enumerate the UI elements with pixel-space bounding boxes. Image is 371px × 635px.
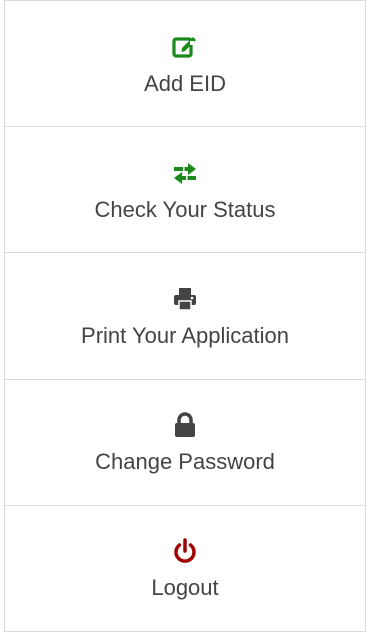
edit-icon: [171, 33, 199, 61]
menu-item-label: Change Password: [95, 449, 275, 475]
menu-item-label: Check Your Status: [94, 196, 276, 222]
menu-item-print-application[interactable]: Print Your Application: [5, 253, 365, 380]
menu-item-change-password[interactable]: Change Password: [5, 380, 365, 506]
power-icon: [171, 537, 199, 565]
menu-item-label: Print Your Application: [81, 323, 289, 348]
menu-item-add-eid[interactable]: Add EID: [5, 1, 365, 128]
menu-item-check-status[interactable]: Check Your Status: [5, 127, 365, 254]
lock-icon: [171, 411, 199, 439]
print-icon: [171, 285, 199, 313]
menu-item-label: Add EID: [144, 70, 226, 96]
side-menu: Add EID Check Your Status Print Your App: [4, 0, 366, 632]
exchange-icon: [171, 159, 199, 187]
menu-item-logout[interactable]: Logout: [5, 506, 365, 631]
menu-item-label: Logout: [151, 575, 219, 601]
